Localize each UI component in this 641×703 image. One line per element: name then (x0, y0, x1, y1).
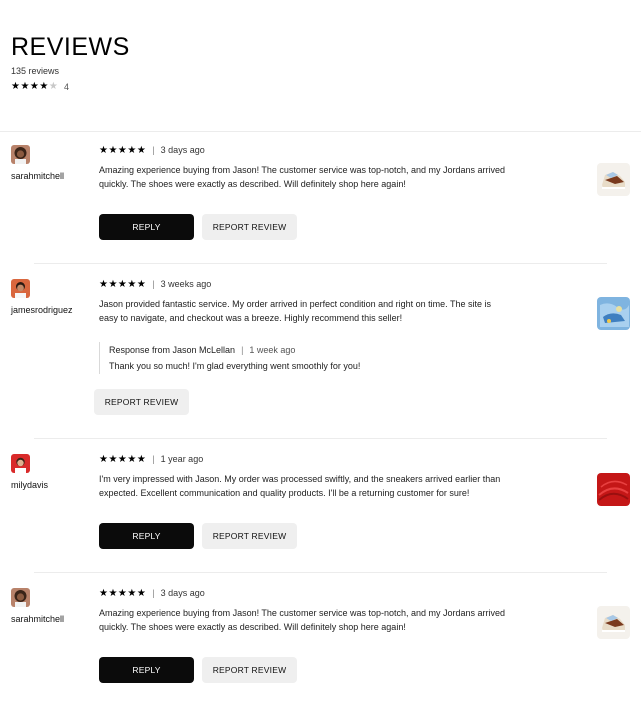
separator: | (152, 588, 155, 598)
rating-stars: ★★★★★ (99, 145, 147, 156)
page-title: REVIEWS (11, 33, 130, 61)
review-meta: ★★★★★ | 3 weeks ago (99, 279, 211, 290)
review-meta: ★★★★★ | 1 year ago (99, 454, 203, 465)
separator: | (152, 279, 155, 289)
review-divider (34, 572, 607, 573)
username[interactable]: milydavis (11, 480, 48, 490)
average-rating-value: 4 (64, 82, 70, 92)
review-date: 3 weeks ago (160, 279, 212, 289)
response-author: Response from Jason McLellan (109, 345, 236, 355)
filled-stars: ★★★★ (11, 81, 49, 92)
review-date: 3 days ago (160, 145, 205, 155)
username[interactable]: sarahmitchell (11, 614, 64, 624)
rating-stars: ★★★★★ (99, 279, 147, 290)
review-divider (34, 263, 607, 264)
reply-button[interactable]: REPLY (99, 523, 194, 549)
product-thumbnail[interactable] (597, 473, 630, 506)
review-date: 1 year ago (160, 454, 204, 464)
report-review-button[interactable]: REPORT REVIEW (202, 214, 297, 240)
response-date: 1 week ago (249, 345, 296, 355)
empty-star: ★ (48, 81, 59, 92)
review-meta: ★★★★★ | 3 days ago (99, 145, 205, 156)
review-text: Jason provided fantastic service. My ord… (99, 299, 492, 323)
reply-button[interactable]: REPLY (99, 657, 194, 683)
separator: | (152, 145, 155, 155)
avatar (11, 454, 30, 473)
separator: | (152, 454, 155, 464)
seller-response-header: Response from Jason McLellan | 1 week ago (109, 345, 295, 355)
review-text: I'm very impressed with Jason. My order … (99, 474, 501, 498)
response-indicator (99, 342, 100, 374)
report-review-button[interactable]: REPORT REVIEW (94, 389, 189, 415)
review-count: 135 reviews (11, 66, 60, 76)
seller-response-text: Thank you so much! I'm glad everything w… (109, 361, 361, 371)
rating-stars: ★★★★★ (99, 454, 147, 465)
product-thumbnail[interactable] (597, 297, 630, 330)
review-divider (34, 438, 607, 439)
product-thumbnail[interactable] (597, 163, 630, 196)
separator: | (241, 345, 244, 355)
review-text: Amazing experience buying from Jason! Th… (99, 608, 506, 632)
rating-stars: ★★★★★ (99, 588, 147, 599)
review-meta: ★★★★★ | 3 days ago (99, 588, 205, 599)
avatar (11, 279, 30, 298)
average-rating-stars: ★★★★★ (11, 81, 58, 92)
review-text: Amazing experience buying from Jason! Th… (99, 165, 506, 189)
avatar (11, 145, 30, 164)
report-review-button[interactable]: REPORT REVIEW (202, 523, 297, 549)
review-date: 3 days ago (160, 588, 205, 598)
username[interactable]: sarahmitchell (11, 171, 64, 181)
username[interactable]: jamesrodriguez (11, 305, 73, 315)
report-review-button[interactable]: REPORT REVIEW (202, 657, 297, 683)
reply-button[interactable]: REPLY (99, 214, 194, 240)
header-divider (0, 131, 641, 132)
avatar (11, 588, 30, 607)
product-thumbnail[interactable] (597, 606, 630, 639)
